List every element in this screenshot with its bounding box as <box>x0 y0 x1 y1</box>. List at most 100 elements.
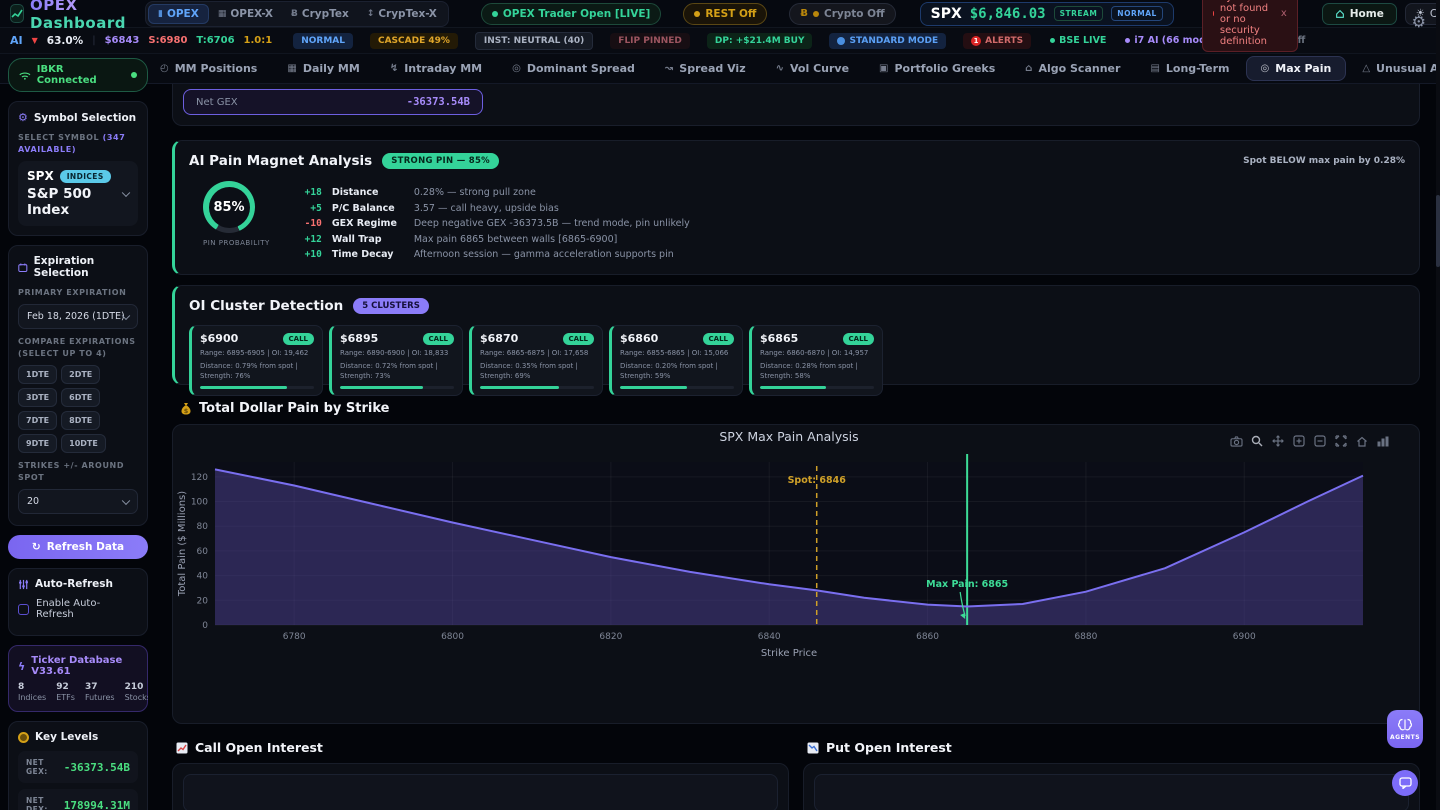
tab-mm-positions[interactable]: ◴MM Positions <box>146 57 271 80</box>
wave-icon: ∿ <box>776 63 784 74</box>
zoom-out-icon[interactable] <box>1312 434 1328 448</box>
calendar-icon <box>18 262 28 273</box>
tab-dominant-spread[interactable]: ◎Dominant Spread <box>498 57 649 80</box>
tab-unusual-activity[interactable]: △Unusual Activity <box>1348 57 1440 80</box>
refresh-data-button[interactable]: ↻Refresh Data <box>8 535 148 559</box>
svg-text:Strike Price: Strike Price <box>761 648 817 659</box>
alerts-badge[interactable]: 1ALERTS <box>963 33 1031 49</box>
symbol-selector[interactable]: SPX INDICES S&P 500 Index <box>18 161 138 226</box>
dte-chip-10[interactable]: 10DTE <box>61 434 106 453</box>
ai-label: AI <box>10 34 23 47</box>
crypto-status-pill[interactable]: ɃCrypto Off <box>789 3 895 25</box>
cluster-card[interactable]: $6860CALL Range: 6855-6865 | OI: 15,066 … <box>609 325 743 396</box>
cluster-card[interactable]: $6865CALL Range: 6860-6870 | OI: 14,957 … <box>749 325 883 396</box>
chat-bubble-icon <box>1399 777 1412 789</box>
svg-text:120: 120 <box>191 473 208 483</box>
sidebar: IBKR Connected ⚙Symbol Selection SELECT … <box>8 58 148 810</box>
error-close-button[interactable]: x <box>1281 8 1287 19</box>
bse-live-indicator[interactable]: BSE LIVE <box>1050 35 1106 46</box>
briefcase-icon: ▣ <box>879 63 888 74</box>
nav-opex-x[interactable]: ▦OPEX-X <box>209 4 282 24</box>
cluster-card[interactable]: $6900CALL Range: 6895-6905 | OI: 19,462 … <box>189 325 323 396</box>
plotly-logo-icon[interactable] <box>1375 434 1391 448</box>
dte-chip-6[interactable]: 6DTE <box>61 388 100 407</box>
tab-portfolio-greeks[interactable]: ▣Portfolio Greeks <box>865 57 1009 80</box>
platform-switcher: ▮OPEX ▦OPEX-X ɃCrypTex ↕CrypTex-X <box>145 1 449 27</box>
chart-down-icon <box>807 742 819 754</box>
clock-icon: ◴ <box>160 63 169 74</box>
enable-auto-refresh-row[interactable]: Enable Auto-Refresh <box>18 598 138 626</box>
reset-axes-icon[interactable] <box>1354 434 1370 448</box>
dark-pool-badge[interactable]: DP: +$21.4M BUY <box>707 33 813 49</box>
key-level-net-gex: NET GEX:-36373.54B <box>18 751 138 783</box>
cluster-card[interactable]: $6895CALL Range: 6890-6900 | OI: 18,833 … <box>329 325 463 396</box>
dte-chip-9[interactable]: 9DTE <box>18 434 57 453</box>
cascade-badge[interactable]: CASCADE 49% <box>370 33 458 49</box>
zoom-in-icon[interactable] <box>1291 434 1307 448</box>
live-dot-icon <box>492 11 498 17</box>
tab-vol-curve[interactable]: ∿Vol Curve <box>762 57 863 80</box>
settings-gear-icon[interactable]: ⚙ <box>1412 12 1426 31</box>
dte-chip-2[interactable]: 2DTE <box>61 365 100 384</box>
cluster-card[interactable]: $6870CALL Range: 6865-6875 | OI: 17,658 … <box>469 325 603 396</box>
agents-fab-button[interactable]: AGENTS <box>1387 710 1423 748</box>
home-button[interactable]: Home <box>1322 3 1397 25</box>
ai-pain-magnet-panel: AI Pain Magnet Analysis STRONG PIN — 85%… <box>172 140 1420 275</box>
dte-chip-7[interactable]: 7DTE <box>18 411 57 430</box>
oi-cluster-title: OI Cluster Detection <box>189 298 343 314</box>
nav-cryptex[interactable]: ɃCrypTex <box>282 4 358 24</box>
chart-up-icon <box>176 742 188 754</box>
tab-intraday-mm[interactable]: ↯Intraday MM <box>376 57 496 80</box>
svg-text:6780: 6780 <box>283 632 306 642</box>
sliders-icon <box>18 579 29 590</box>
factor-gex-regime: -10GEX RegimeDeep negative GEX -36373.5B… <box>300 218 690 229</box>
svg-text:Spot: 6846: Spot: 6846 <box>788 475 847 486</box>
standard-mode-badge[interactable]: STANDARD MODE <box>829 33 946 49</box>
tab-long-term[interactable]: ▤Long-Term <box>1136 57 1243 80</box>
normal-regime-badge[interactable]: NORMAL <box>293 33 353 49</box>
tab-algo-scanner[interactable]: ⌂Algo Scanner <box>1011 57 1134 80</box>
coin-icon <box>18 732 29 743</box>
factor-time-decay: +10Time DecayAfternoon session — gamma a… <box>300 249 690 260</box>
camera-icon[interactable] <box>1228 434 1244 448</box>
change-percent: 63.0% <box>47 35 83 47</box>
risk-ratio: 1.0:1 <box>244 35 273 46</box>
nav-cryptex-x[interactable]: ↕CrypTex-X <box>358 4 446 24</box>
pan-icon[interactable] <box>1270 434 1286 448</box>
inst-badge[interactable]: INST: NEUTRAL (40) <box>475 32 593 50</box>
key-level-net-dex: NET DEX:178994.31M <box>18 789 138 810</box>
flip-pinned-badge[interactable]: FLIP PINNED <box>610 33 690 49</box>
auto-refresh-checkbox[interactable] <box>18 604 29 615</box>
zoom-icon[interactable] <box>1249 434 1265 448</box>
vertical-scrollbar[interactable] <box>1436 0 1440 810</box>
svg-text:80: 80 <box>197 522 209 532</box>
top-header: OPEX Dashboard ▮OPEX ▦OPEX-X ɃCrypTex ↕C… <box>0 0 1440 28</box>
dte-chip-1[interactable]: 1DTE <box>18 365 57 384</box>
put-open-interest-section: Put Open Interest <box>803 740 1420 810</box>
purple-dot-icon <box>1125 38 1130 43</box>
dte-chip-8[interactable]: 8DTE <box>61 411 100 430</box>
gear-icon: ⚙ <box>18 111 28 124</box>
rest-status-pill[interactable]: REST Off <box>683 3 767 25</box>
pin-probability-gauge: 85% PIN PROBABILITY <box>203 181 270 260</box>
nav-opex[interactable]: ▮OPEX <box>148 4 209 24</box>
scrollbar-thumb[interactable] <box>1436 195 1440 267</box>
max-pain-chart[interactable]: 0204060801001206780680068206840686068806… <box>173 425 1395 667</box>
stream-badge: STREAM <box>1054 6 1104 21</box>
tab-daily-mm[interactable]: ▦Daily MM <box>273 57 373 80</box>
tab-max-pain[interactable]: ◎Max Pain <box>1246 56 1347 81</box>
svg-text:Max Pain: 6865: Max Pain: 6865 <box>926 579 1008 590</box>
flame-icon: △ <box>1362 63 1370 74</box>
connected-dot-icon <box>131 72 137 78</box>
primary-expiration-select[interactable]: Feb 18, 2026 (1DTE) <box>18 304 138 329</box>
dte-chip-3[interactable]: 3DTE <box>18 388 57 407</box>
strikes-select[interactable]: 20 <box>18 489 138 514</box>
factor-distance: +18Distance0.28% — strong pull zone <box>300 187 690 198</box>
ibkr-connection-status[interactable]: IBKR Connected <box>8 58 148 92</box>
autoscale-icon[interactable] <box>1333 434 1349 448</box>
chat-fab-button[interactable] <box>1392 770 1418 796</box>
trader-status-pill[interactable]: OPEX Trader Open [LIVE] <box>481 3 661 25</box>
normal-badge: NORMAL <box>1111 6 1162 21</box>
tab-spread-viz[interactable]: ↝Spread Viz <box>651 57 760 80</box>
factor-pc-balance: +5P/C Balance3.57 — call heavy, upside b… <box>300 203 690 214</box>
